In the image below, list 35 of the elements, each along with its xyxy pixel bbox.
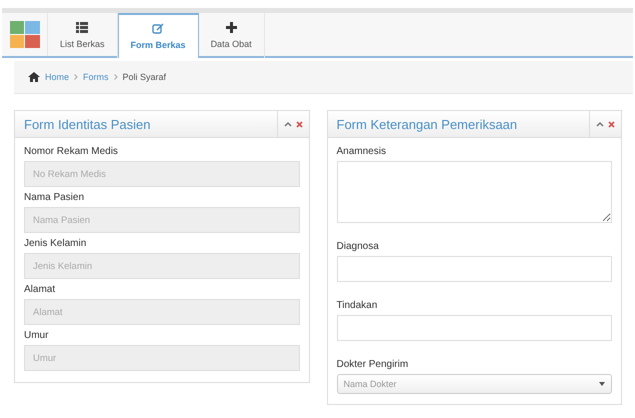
edit-icon xyxy=(152,23,164,34)
field-label: Alamat xyxy=(24,284,56,295)
collapse-button[interactable] xyxy=(284,121,292,127)
chevron-right-icon xyxy=(114,74,118,80)
chevron-up-icon xyxy=(284,121,292,127)
collapse-button[interactable] xyxy=(596,121,604,127)
caret-icon xyxy=(599,382,605,386)
dropdown-select[interactable]: Nama Dokter xyxy=(336,374,612,394)
breadcrumb-current: Poli Syaraf xyxy=(122,72,166,82)
field-label: Diagnosa xyxy=(336,241,380,252)
field-label: Tindakan xyxy=(336,300,378,311)
chevron-up-icon xyxy=(596,121,604,127)
field-label: Umur xyxy=(24,330,50,341)
nav-tab[interactable]: Data Obat xyxy=(198,13,265,58)
nav-tab[interactable]: Form Berkas xyxy=(118,13,199,58)
field-label: Anamnesis xyxy=(336,146,387,157)
input-field[interactable] xyxy=(336,315,612,341)
close-button[interactable] xyxy=(296,120,302,128)
breadcrumb-link[interactable]: Home xyxy=(45,72,70,82)
list-icon xyxy=(76,22,88,33)
home-icon xyxy=(28,72,40,82)
panel-title: Form Keterangan Pemeriksaan xyxy=(336,116,518,132)
close-icon xyxy=(296,120,302,128)
logo-icon xyxy=(10,21,40,48)
field-label: Jenis Kelamin xyxy=(24,238,88,249)
plus-icon xyxy=(226,22,237,33)
input-field[interactable] xyxy=(336,256,612,282)
field-label: Dokter Pengirim xyxy=(336,359,410,370)
field-label: Nama Pasien xyxy=(24,192,86,203)
breadcrumb-link[interactable]: Forms xyxy=(83,72,109,82)
close-button[interactable] xyxy=(608,120,615,128)
panel-title: Form Identitas Pasien xyxy=(23,116,152,132)
close-icon xyxy=(608,120,615,128)
field-label: Nomor Rekam Medis xyxy=(24,146,119,157)
chevron-right-icon xyxy=(74,74,78,80)
